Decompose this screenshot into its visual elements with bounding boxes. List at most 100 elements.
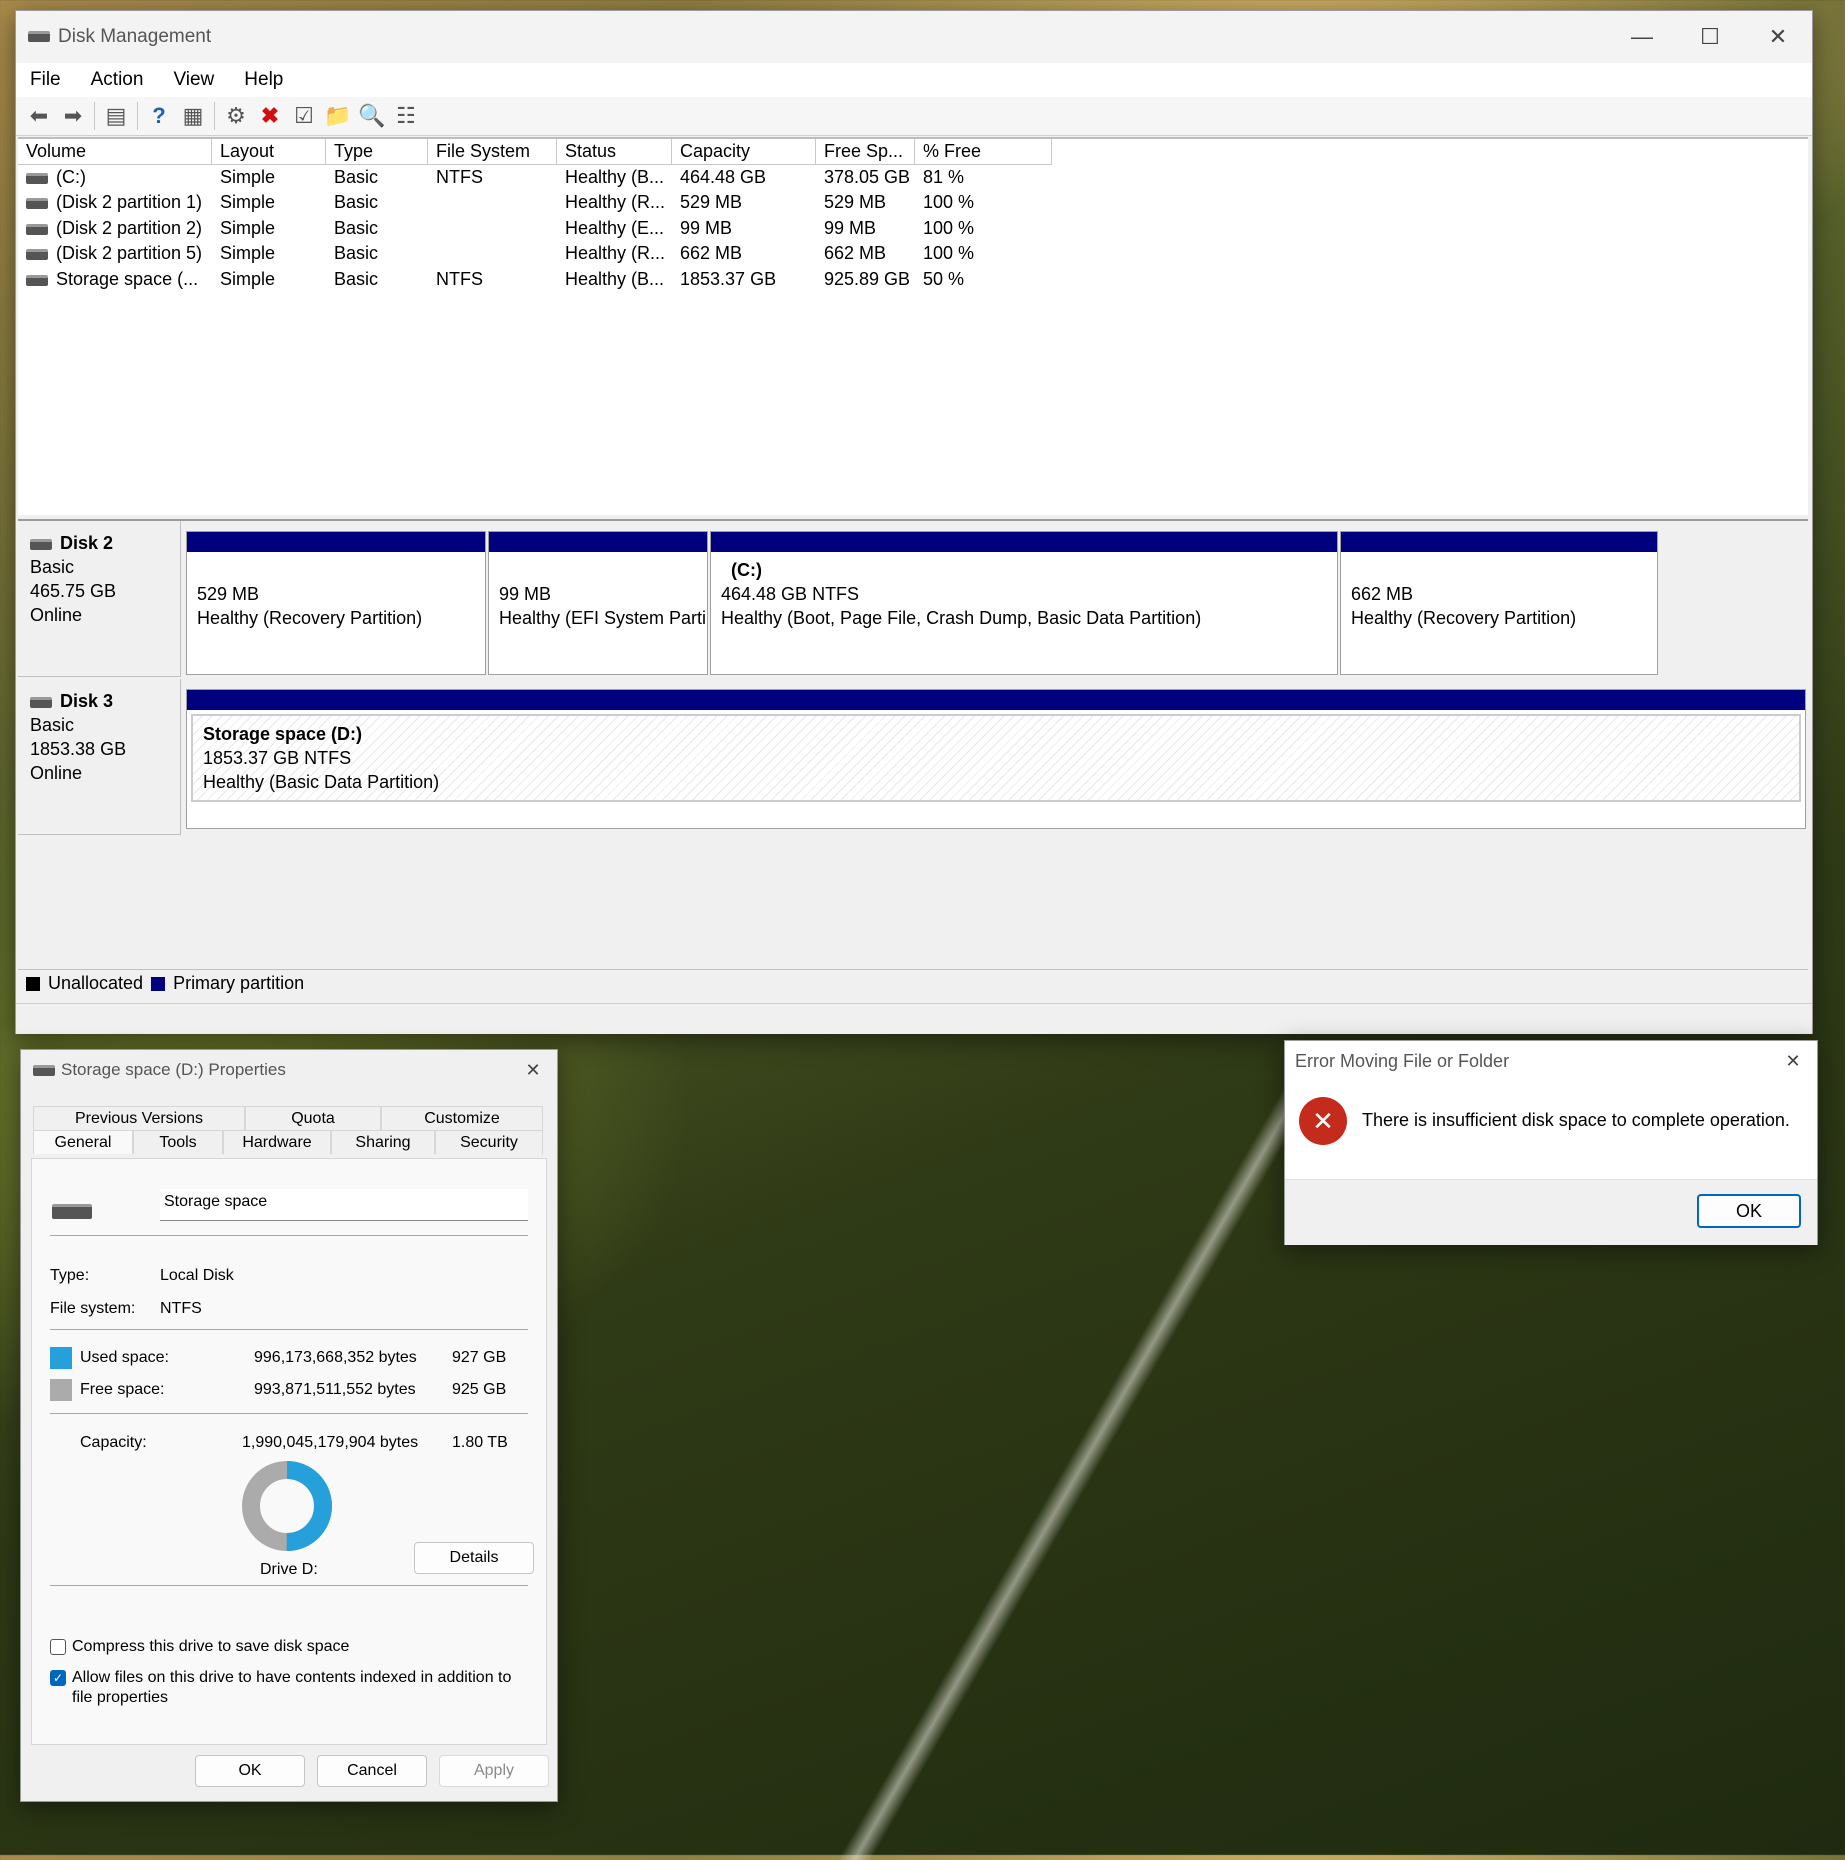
volume-row-cell: 378.05 GB bbox=[824, 166, 911, 187]
volume-row-cell: 662 MB bbox=[680, 243, 743, 264]
volume-row-cell: 81 % bbox=[923, 166, 965, 187]
capacity-label: Capacity: bbox=[80, 1434, 147, 1451]
volume-cell: (Disk 2 partition 1) bbox=[18, 192, 212, 213]
volume-icon bbox=[26, 223, 48, 235]
minimize-button[interactable]: — bbox=[1608, 11, 1676, 63]
menu-file[interactable]: File bbox=[16, 69, 77, 91]
error-ok-button[interactable]: OK bbox=[1697, 1194, 1801, 1228]
volume-row-cell: Simple bbox=[220, 166, 276, 187]
volume-row-cell: 99 MB bbox=[824, 217, 877, 238]
details-button[interactable]: Details bbox=[414, 1542, 534, 1574]
volume-icon bbox=[26, 249, 48, 260]
error-icon: ✕ bbox=[1299, 1097, 1347, 1145]
capacity-bytes: 1,990,045,179,904 bytes bbox=[242, 1434, 419, 1451]
disk2-info[interactable]: Disk 2 Basic 465.75 GB Online bbox=[18, 521, 181, 677]
ok-button[interactable]: OK bbox=[195, 1755, 305, 1787]
disk2-state: Online bbox=[30, 605, 83, 625]
menu-view[interactable]: View bbox=[159, 69, 230, 91]
cancel-button[interactable]: Cancel bbox=[317, 1755, 427, 1787]
disk-management-window: Disk Management — ☐ ✕ File Action View H… bbox=[15, 10, 1813, 1034]
partition-size: 99 MB bbox=[499, 584, 552, 604]
properties-pane-icon[interactable]: ▦ bbox=[176, 101, 210, 131]
delete-icon[interactable]: ✖ bbox=[253, 101, 287, 131]
connect-icon[interactable]: ⚙ bbox=[219, 101, 253, 131]
back-arrow-icon[interactable]: ⬅ bbox=[22, 101, 56, 131]
disk-icon bbox=[30, 696, 52, 708]
volume-row[interactable]: (Disk 2 partition 5) Simple Basic Healthy (… bbox=[18, 241, 1808, 267]
disk2-partition-c[interactable]: (C:) 464.48 GB NTFS Healthy (Boot, Page … bbox=[710, 531, 1338, 675]
forward-arrow-icon[interactable]: ➡ bbox=[56, 101, 90, 131]
tab-quota[interactable]: Quota bbox=[245, 1106, 381, 1130]
usage-donut-chart bbox=[242, 1461, 332, 1551]
volume-row-cell: 529 MB bbox=[824, 192, 887, 213]
show-hide-console-tree-icon[interactable]: ▤ bbox=[99, 101, 133, 131]
volume-name: (Disk 2 partition 1) bbox=[56, 192, 203, 213]
col-percent-free[interactable]: % Free bbox=[915, 139, 1052, 165]
tab-security[interactable]: Security bbox=[435, 1130, 543, 1154]
index-checkbox[interactable]: ✓ bbox=[50, 1669, 66, 1686]
tab-general[interactable]: General bbox=[33, 1130, 133, 1154]
partition-size: 529 MB bbox=[197, 584, 260, 604]
checklist-icon[interactable]: ☑ bbox=[287, 101, 321, 131]
col-type[interactable]: Type bbox=[326, 139, 428, 165]
volume-row-cell: Basic bbox=[334, 166, 379, 187]
disk3-state: Online bbox=[30, 763, 83, 783]
maximize-button[interactable]: ☐ bbox=[1676, 11, 1744, 63]
capacity-size: 1.80 TB bbox=[452, 1434, 508, 1451]
folder-up-icon[interactable]: 📁 bbox=[321, 101, 355, 131]
window-title: Disk Management bbox=[58, 26, 212, 47]
fs-label: File system: bbox=[50, 1300, 136, 1317]
volume-row-cell: Healthy (E... bbox=[565, 217, 665, 238]
disk3-info[interactable]: Disk 3 Basic 1853.38 GB Online bbox=[18, 679, 181, 835]
used-space-size: 927 GB bbox=[452, 1349, 507, 1366]
volume-row[interactable]: (Disk 2 partition 1) Simple Basic Healthy (… bbox=[18, 190, 1808, 216]
index-option[interactable]: ✓ Allow files on this drive to have conte… bbox=[50, 1669, 511, 1687]
tab-customize[interactable]: Customize bbox=[381, 1106, 543, 1130]
compress-option[interactable]: Compress this drive to save disk space bbox=[50, 1638, 349, 1656]
tab-hardware[interactable]: Hardware bbox=[223, 1130, 331, 1154]
apply-button[interactable]: Apply bbox=[439, 1755, 549, 1787]
error-footer: OK bbox=[1285, 1179, 1817, 1245]
disk-icon bbox=[30, 538, 52, 550]
volume-row[interactable]: Storage space (... Simple Basic NTFS Healthy… bbox=[18, 267, 1808, 293]
tab-sharing[interactable]: Sharing bbox=[331, 1130, 435, 1154]
volume-row-cell: Basic bbox=[334, 192, 379, 213]
error-dialog: Error Moving File or Folder ✕ ✕ There is… bbox=[1284, 1040, 1818, 1245]
volume-icon bbox=[26, 198, 48, 209]
col-free-space[interactable]: Free Sp... bbox=[816, 139, 915, 165]
free-space-size: 925 GB bbox=[452, 1381, 507, 1398]
error-title-bar: Error Moving File or Folder ✕ bbox=[1285, 1041, 1817, 1081]
volume-row-cell: 100 % bbox=[923, 217, 975, 238]
menu-help[interactable]: Help bbox=[230, 69, 299, 91]
col-status[interactable]: Status bbox=[557, 139, 672, 165]
col-layout[interactable]: Layout bbox=[212, 139, 326, 165]
disk2-partition-1[interactable]: 529 MB Healthy (Recovery Partition) bbox=[186, 531, 486, 675]
volume-cell: Storage space (... bbox=[18, 269, 212, 290]
error-close-button[interactable]: ✕ bbox=[1769, 1041, 1817, 1081]
disk3-partition-d[interactable]: Storage space (D:) 1853.37 GB NTFS Healt… bbox=[186, 689, 1806, 829]
disk2-partition-2[interactable]: 99 MB Healthy (EFI System Parti bbox=[488, 531, 708, 675]
tab-previous-versions[interactable]: Previous Versions bbox=[33, 1106, 245, 1130]
properties-close-button[interactable]: ✕ bbox=[509, 1050, 557, 1090]
volume-name-input[interactable]: Storage space bbox=[160, 1189, 528, 1221]
volume-row[interactable]: (Disk 2 partition 2) Simple Basic Healthy (… bbox=[18, 216, 1808, 242]
settings-list-icon[interactable]: ☷ bbox=[389, 101, 423, 131]
disk2-partition-5[interactable]: 662 MB Healthy (Recovery Partition) bbox=[1340, 531, 1658, 675]
volume-row[interactable]: (C:) Simple Basic NTFS Healthy (B... 464.48 G… bbox=[18, 165, 1808, 191]
menu-action[interactable]: Action bbox=[77, 69, 160, 91]
compress-checkbox[interactable] bbox=[50, 1638, 66, 1655]
col-file-system[interactable]: File System bbox=[428, 139, 557, 165]
legend-unallocated: Unallocated bbox=[48, 973, 144, 993]
col-capacity[interactable]: Capacity bbox=[672, 139, 816, 165]
close-button[interactable]: ✕ bbox=[1744, 11, 1812, 63]
partition-size: 1853.37 GB NTFS bbox=[203, 748, 352, 768]
col-volume[interactable]: Volume bbox=[18, 139, 212, 165]
free-space-bytes: 993,871,511,552 bytes bbox=[254, 1381, 416, 1398]
volume-list: Volume Layout Type File System Status Ca… bbox=[18, 137, 1808, 515]
volume-row-cell: 529 MB bbox=[680, 192, 743, 213]
disk3-size: 1853.38 GB bbox=[30, 739, 127, 759]
folder-search-icon[interactable]: 🔍 bbox=[355, 101, 389, 131]
title-bar: Disk Management — ☐ ✕ bbox=[16, 11, 1812, 63]
help-icon[interactable]: ? bbox=[142, 101, 176, 131]
tab-tools[interactable]: Tools bbox=[133, 1130, 223, 1154]
